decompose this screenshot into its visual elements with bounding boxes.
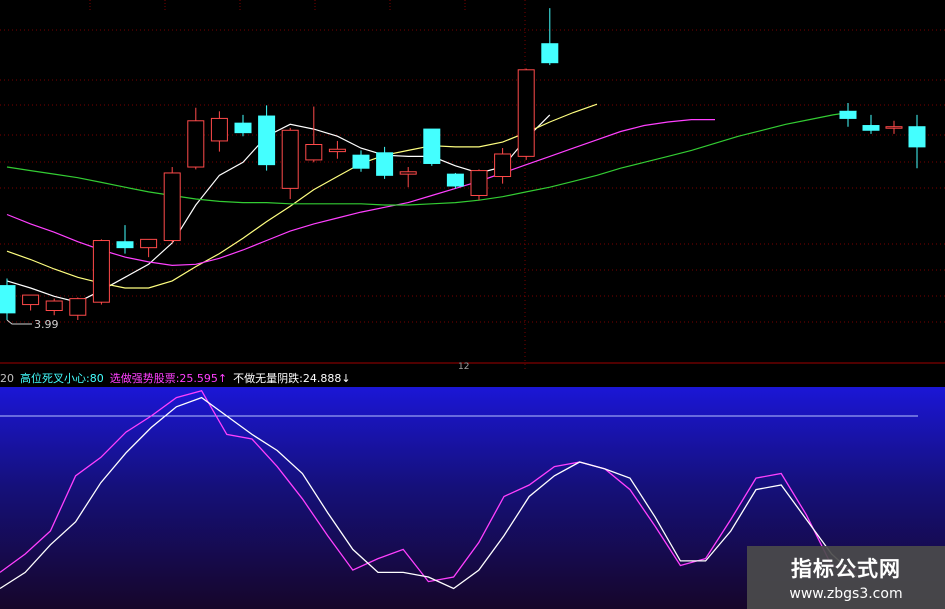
candle-body: [541, 43, 559, 64]
candle-body: [352, 154, 370, 169]
legend-item-strong-stock: 选做强势股票:25.595↑: [109, 372, 228, 385]
candle-body: [163, 172, 181, 242]
candle-body: [908, 126, 926, 148]
candle-body: [376, 152, 394, 176]
legend-prefix: 20: [0, 372, 14, 385]
low-price-label: 3.99: [34, 318, 59, 331]
candle: [163, 167, 181, 243]
candle-body: [45, 300, 63, 311]
candle-body: [399, 171, 417, 175]
site-watermark: 指标公式网 www.zbgs3.com: [747, 546, 945, 609]
candle-body: [305, 144, 323, 161]
candle-body: [234, 122, 252, 134]
candle-body: [839, 110, 857, 119]
candle-body: [885, 126, 903, 129]
candle: [92, 239, 110, 305]
candle: [281, 127, 299, 200]
candle-body: [494, 153, 512, 178]
candle-body: [423, 128, 441, 164]
candle-body: [517, 69, 535, 157]
candle-body: [470, 170, 488, 196]
watermark-url: www.zbgs3.com: [789, 586, 903, 602]
candle-body: [446, 173, 464, 187]
candle-body: [0, 285, 16, 314]
legend-item-high-death-cross: 高位死叉小心:80: [20, 372, 104, 385]
candle-body: [22, 294, 40, 306]
stock-chart: 3.9912: [0, 0, 945, 609]
candle-body: [92, 240, 110, 303]
watermark-title: 指标公式网: [791, 557, 901, 581]
candle-body: [210, 117, 228, 142]
candle-body: [69, 298, 87, 316]
legend-item-no-volume-drop: 不做无量阴跌:24.888↓: [233, 372, 351, 385]
candle: [470, 169, 488, 201]
indicator-legend: 20 高位死叉小心:80 选做强势股票:25.595↑ 不做无量阴跌:24.888↓: [0, 371, 945, 387]
candle-body: [281, 129, 299, 189]
candle-body: [258, 115, 276, 166]
candle-body: [328, 148, 346, 153]
candle-body: [187, 120, 205, 168]
candle-body: [862, 125, 880, 131]
candle: [423, 128, 441, 166]
candle: [517, 68, 535, 160]
candle-body: [140, 238, 158, 249]
candle: [446, 172, 464, 189]
candle-body: [116, 241, 134, 249]
